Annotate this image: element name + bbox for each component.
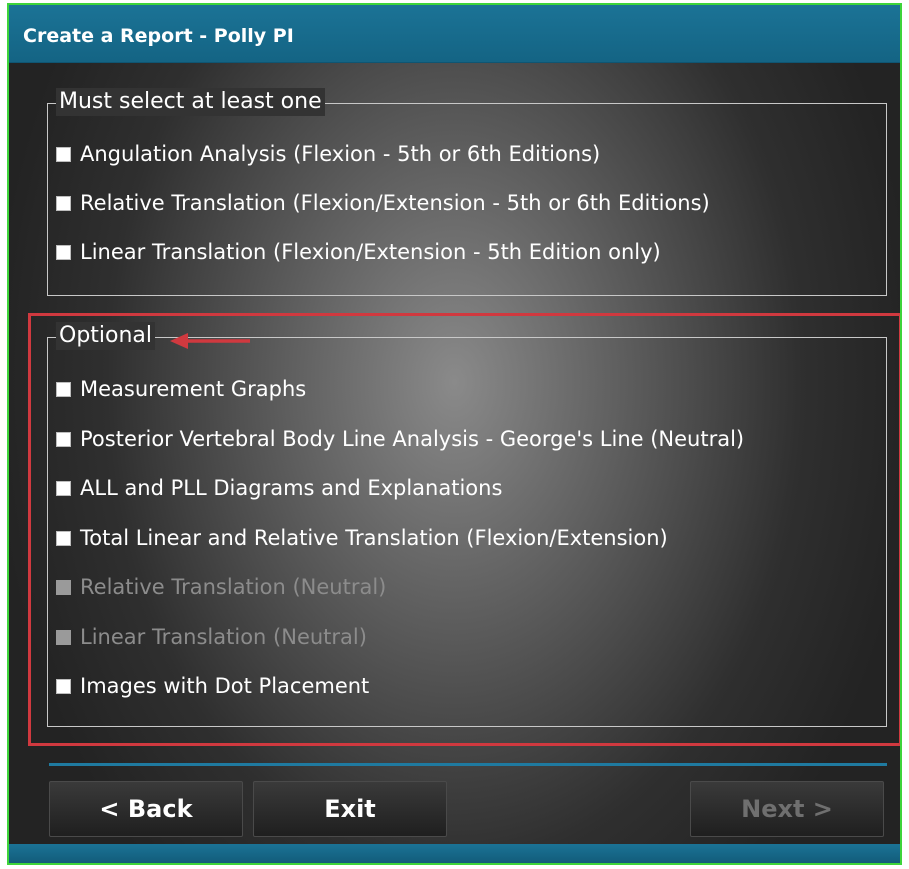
option-label: Linear Translation (Flexion/Extension - … xyxy=(80,240,661,264)
option-angulation-analysis[interactable]: Angulation Analysis (Flexion - 5th or 6t… xyxy=(56,139,600,169)
bottom-bar xyxy=(9,844,900,863)
relative-translation-flex-ext-checkbox[interactable] xyxy=(56,195,71,211)
option-label: Relative Translation (Flexion/Extension … xyxy=(80,191,710,215)
option-total-linear-relative-translation[interactable]: Total Linear and Relative Translation (F… xyxy=(56,523,668,553)
button-separator xyxy=(49,763,887,766)
option-label: ALL and PLL Diagrams and Explanations xyxy=(80,476,503,500)
option-label: Posterior Vertebral Body Line Analysis -… xyxy=(80,427,745,451)
exit-button[interactable]: Exit xyxy=(253,781,447,837)
all-pll-diagrams-checkbox[interactable] xyxy=(56,480,71,496)
option-all-pll-diagrams[interactable]: ALL and PLL Diagrams and Explanations xyxy=(56,473,502,503)
total-linear-relative-translation-checkbox[interactable] xyxy=(56,530,71,546)
report-dialog: Create a Report - Polly PI Must select a… xyxy=(7,3,902,865)
option-label: Measurement Graphs xyxy=(80,377,307,401)
optional-group-legend: Optional xyxy=(56,322,156,350)
option-measurement-graphs[interactable]: Measurement Graphs xyxy=(56,374,306,404)
option-images-dot-placement[interactable]: Images with Dot Placement xyxy=(56,671,369,701)
option-label: Images with Dot Placement xyxy=(80,674,370,698)
option-label: Total Linear and Relative Translation (F… xyxy=(80,526,668,550)
option-label: Linear Translation (Neutral) xyxy=(80,625,367,649)
title-bar: Create a Report - Polly PI xyxy=(9,5,900,63)
window-title: Create a Report - Polly PI xyxy=(23,25,294,47)
option-linear-translation-flex-ext[interactable]: Linear Translation (Flexion/Extension - … xyxy=(56,237,661,267)
option-label: Relative Translation (Neutral) xyxy=(80,575,387,599)
georges-line-checkbox[interactable] xyxy=(56,431,71,447)
option-georges-line[interactable]: Posterior Vertebral Body Line Analysis -… xyxy=(56,424,744,454)
linear-translation-neutral-checkbox xyxy=(56,629,71,645)
angulation-analysis-checkbox[interactable] xyxy=(56,146,71,162)
optional-options-group: Optional Measurement Graphs Posterior Ve… xyxy=(47,322,887,727)
left-arrow-icon xyxy=(170,333,250,349)
option-relative-translation-neutral: Relative Translation (Neutral) xyxy=(56,572,386,602)
back-button[interactable]: < Back xyxy=(49,781,243,837)
option-linear-translation-neutral: Linear Translation (Neutral) xyxy=(56,622,367,652)
measurement-graphs-checkbox[interactable] xyxy=(56,381,71,397)
images-dot-placement-checkbox[interactable] xyxy=(56,678,71,694)
option-label: Angulation Analysis (Flexion - 5th or 6t… xyxy=(80,142,601,166)
required-group-legend: Must select at least one xyxy=(56,88,325,116)
linear-translation-flex-ext-checkbox[interactable] xyxy=(56,244,71,260)
required-options-group: Must select at least one Angulation Anal… xyxy=(47,88,887,296)
relative-translation-neutral-checkbox xyxy=(56,579,71,595)
option-relative-translation-flex-ext[interactable]: Relative Translation (Flexion/Extension … xyxy=(56,188,710,218)
next-button: Next > xyxy=(690,781,884,837)
